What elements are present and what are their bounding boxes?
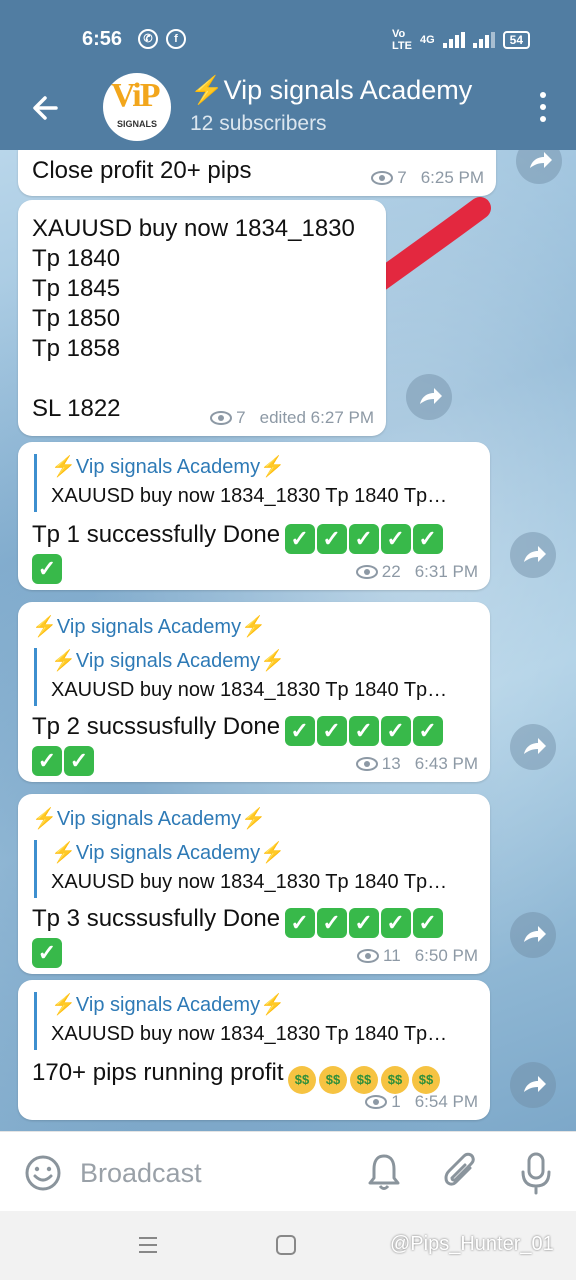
network-label: 4G xyxy=(419,34,435,46)
message-bubble[interactable]: ⚡Vip signals Academy⚡ ⚡Vip signals Acade… xyxy=(18,794,490,974)
share-icon[interactable] xyxy=(406,374,452,420)
share-icon[interactable] xyxy=(510,724,556,770)
message-body: 170+ pips running profit $$ $$ $$ $$ $$ xyxy=(32,1058,482,1094)
subscriber-count: 12 subscribers xyxy=(190,112,327,135)
message-meta: 13 6:43 PM xyxy=(355,754,478,774)
back-arrow-icon[interactable] xyxy=(26,88,66,128)
recents-icon[interactable] xyxy=(136,1233,160,1257)
quote-title: ⚡Vip signals Academy⚡ xyxy=(51,456,285,478)
eye-icon xyxy=(357,949,380,963)
message-meta: 1 6:54 PM xyxy=(365,1092,478,1112)
status-indicators: Vo LTE 4G 54 xyxy=(392,28,530,52)
watermark: @Pips_Hunter_01 xyxy=(390,1233,554,1255)
reply-quote[interactable]: ⚡Vip signals Academy⚡ XAUUSD buy now 183… xyxy=(34,454,447,512)
message-meta: 7 6:25 PM xyxy=(371,168,484,188)
attach-icon[interactable] xyxy=(440,1150,480,1194)
quote-text: XAUUSD buy now 1834_1830 Tp 1840 Tp… xyxy=(51,871,448,893)
message-bubble[interactable]: XAUUSD buy now 1834_1830 Tp 1840 Tp 1845… xyxy=(18,200,386,436)
quote-title: ⚡Vip signals Academy⚡ xyxy=(51,994,285,1016)
emoji-icon[interactable] xyxy=(24,1154,62,1192)
avatar-logo: ViP xyxy=(111,77,160,114)
battery-icon: 54 xyxy=(502,31,530,49)
channel-avatar[interactable]: ViP SIGNALS xyxy=(103,73,171,141)
reply-quote[interactable]: ⚡Vip signals Academy⚡ XAUUSD buy now 183… xyxy=(34,648,447,706)
message-bubble[interactable]: ⚡Vip signals Academy⚡ XAUUSD buy now 183… xyxy=(18,980,490,1120)
forwarded-from[interactable]: ⚡Vip signals Academy⚡ xyxy=(32,614,266,639)
reply-quote[interactable]: ⚡Vip signals Academy⚡ XAUUSD buy now 183… xyxy=(34,840,447,898)
quote-text: XAUUSD buy now 1834_1830 Tp 1840 Tp… xyxy=(51,1023,448,1045)
message-text: Tp 2 sucssusfully Done xyxy=(32,713,281,740)
share-icon[interactable] xyxy=(510,912,556,958)
channel-title[interactable]: ⚡Vip signals Academy xyxy=(190,74,472,106)
message-text: 170+ pips running profit xyxy=(32,1059,284,1086)
reply-quote[interactable]: ⚡Vip signals Academy⚡ XAUUSD buy now 183… xyxy=(34,992,447,1050)
view-count: 7 xyxy=(397,168,407,187)
view-count: 1 xyxy=(391,1092,401,1111)
more-vert-icon[interactable] xyxy=(538,92,548,122)
share-icon[interactable] xyxy=(510,532,556,578)
eye-icon xyxy=(371,171,394,185)
message-time: 6:54 PM xyxy=(414,1092,478,1111)
money-face-icons: $$ $$ $$ $$ $$ xyxy=(287,1066,443,1094)
view-count: 11 xyxy=(383,946,401,965)
quote-title: ⚡Vip signals Academy⚡ xyxy=(51,842,285,864)
message-bubble[interactable]: ⚡Vip signals Academy⚡ XAUUSD buy now 183… xyxy=(18,442,490,590)
eye-icon xyxy=(210,411,233,425)
volte-icon: Vo LTE xyxy=(391,28,412,52)
eye-icon xyxy=(355,565,378,579)
message-bubble[interactable]: Close profit 20+ pips 7 6:25 PM xyxy=(18,150,496,196)
quote-text: XAUUSD buy now 1834_1830 Tp 1840 Tp… xyxy=(51,679,448,701)
message-text: Tp 3 sucssusfully Done xyxy=(32,905,281,932)
message-meta: 11 6:50 PM xyxy=(357,946,478,966)
broadcast-input[interactable]: Broadcast xyxy=(80,1158,202,1189)
broadcast-bar: Broadcast xyxy=(0,1131,576,1211)
whatsapp-icon: ✆ xyxy=(138,29,158,49)
signal-icon xyxy=(442,32,465,48)
message-text: XAUUSD buy now 1834_1830 Tp 1840 Tp 1845… xyxy=(32,215,355,422)
eye-icon xyxy=(365,1095,388,1109)
chat-area[interactable]: Close profit 20+ pips 7 6:25 PM XAUUSD b… xyxy=(0,150,576,1131)
chat-header: ViP SIGNALS ⚡Vip signals Academy 12 subs… xyxy=(0,64,576,150)
forwarded-from[interactable]: ⚡Vip signals Academy⚡ xyxy=(32,806,266,831)
view-count: 7 xyxy=(236,408,246,427)
eye-icon xyxy=(355,757,378,771)
view-count: 22 xyxy=(381,562,401,581)
message-bubble[interactable]: ⚡Vip signals Academy⚡ ⚡Vip signals Acade… xyxy=(18,602,490,782)
facebook-icon: f xyxy=(166,29,186,49)
bell-icon[interactable] xyxy=(366,1152,402,1192)
quote-text: XAUUSD buy now 1834_1830 Tp 1840 Tp… xyxy=(51,485,448,507)
message-time: 6:43 PM xyxy=(414,754,478,773)
avatar-logo-subtext: SIGNALS xyxy=(116,119,157,129)
message-meta: 7 edited 6:27 PM xyxy=(210,408,374,428)
home-icon[interactable] xyxy=(274,1233,298,1257)
message-time: 6:50 PM xyxy=(414,946,478,965)
share-icon[interactable] xyxy=(510,1062,556,1108)
message-meta: 22 6:31 PM xyxy=(355,562,478,582)
system-nav-bar: @Pips_Hunter_01 xyxy=(0,1211,576,1280)
share-icon[interactable] xyxy=(516,150,562,184)
status-time: 6:56 xyxy=(82,28,123,50)
message-time: 6:25 PM xyxy=(420,168,484,187)
message-text: Close profit 20+ pips xyxy=(32,157,252,184)
quote-title: ⚡Vip signals Academy⚡ xyxy=(51,650,285,672)
signal-icon-2 xyxy=(472,32,495,48)
message-time: 6:31 PM xyxy=(414,562,478,581)
message-text: Tp 1 successfully Done xyxy=(32,521,281,548)
message-time: edited 6:27 PM xyxy=(259,408,374,427)
view-count: 13 xyxy=(381,754,401,773)
mic-icon[interactable] xyxy=(518,1150,554,1196)
